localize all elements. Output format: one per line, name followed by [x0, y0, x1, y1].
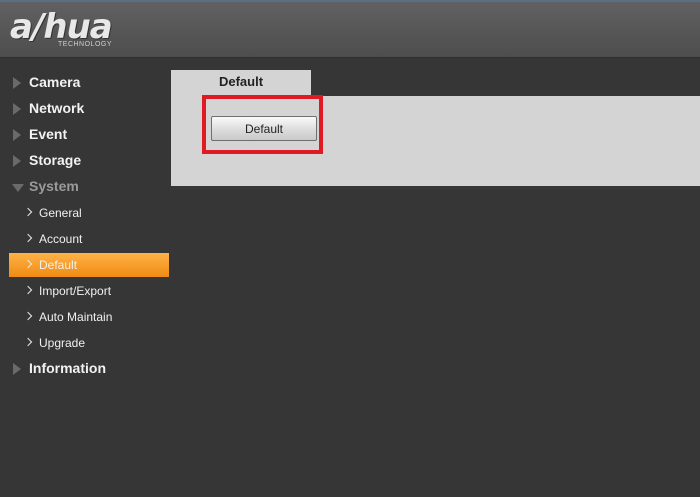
dahua-logo: a/hua TECHNOLOGY: [10, 7, 140, 53]
sidebar-item-label: Network: [29, 100, 85, 116]
default-settings-panel: Default: [171, 95, 700, 186]
chevron-right-icon: [23, 259, 33, 269]
sidebar-item-camera[interactable]: Camera: [0, 71, 170, 95]
submenu-item-general[interactable]: General: [9, 201, 169, 225]
chevron-right-icon: [23, 233, 33, 243]
logo-tagline: TECHNOLOGY: [58, 41, 113, 48]
submenu-item-account[interactable]: Account: [9, 227, 169, 251]
sidebar-item-system[interactable]: System: [0, 175, 170, 199]
chevron-right-icon: [23, 311, 33, 321]
sidebar-item-label: Information: [29, 360, 106, 376]
expand-arrow-icon: [13, 129, 21, 141]
submenu-item-default[interactable]: Default: [9, 253, 169, 277]
expand-arrow-icon: [13, 155, 21, 167]
submenu-item-label: Import/Export: [39, 284, 112, 298]
sidebar-item-label: Camera: [29, 74, 81, 90]
submenu-item-label: General: [39, 206, 82, 220]
collapse-arrow-icon: [12, 184, 24, 192]
sidebar-item-network[interactable]: Network: [0, 97, 170, 121]
sidebar-item-label: System: [29, 178, 79, 194]
submenu-item-auto-maintain[interactable]: Auto Maintain: [9, 305, 169, 329]
sidebar-item-label: Event: [29, 126, 68, 142]
sidebar-item-information[interactable]: Information: [0, 357, 170, 381]
tab-label: Default: [218, 74, 264, 89]
sidebar-menu: Camera Network Event Storage System Gene…: [0, 58, 170, 497]
expand-arrow-icon: [13, 103, 21, 115]
chevron-right-icon: [23, 337, 33, 347]
sidebar-item-storage[interactable]: Storage: [0, 149, 170, 173]
expand-arrow-icon: [13, 363, 21, 375]
submenu-item-label: Default: [39, 258, 78, 272]
sidebar-item-label: Storage: [29, 152, 82, 168]
submenu-item-upgrade[interactable]: Upgrade: [9, 331, 169, 355]
chevron-right-icon: [23, 207, 33, 217]
sidebar-item-event[interactable]: Event: [0, 123, 170, 147]
header-bar: a/hua TECHNOLOGY: [0, 2, 700, 58]
submenu-item-label: Account: [39, 232, 83, 246]
restore-default-button[interactable]: Default: [211, 116, 317, 141]
tab-default[interactable]: Default: [171, 70, 311, 96]
submenu-item-label: Upgrade: [39, 336, 86, 350]
chevron-right-icon: [23, 285, 33, 295]
submenu-item-import-export[interactable]: Import/Export: [9, 279, 169, 303]
expand-arrow-icon: [13, 77, 21, 89]
submenu-item-label: Auto Maintain: [39, 310, 113, 324]
